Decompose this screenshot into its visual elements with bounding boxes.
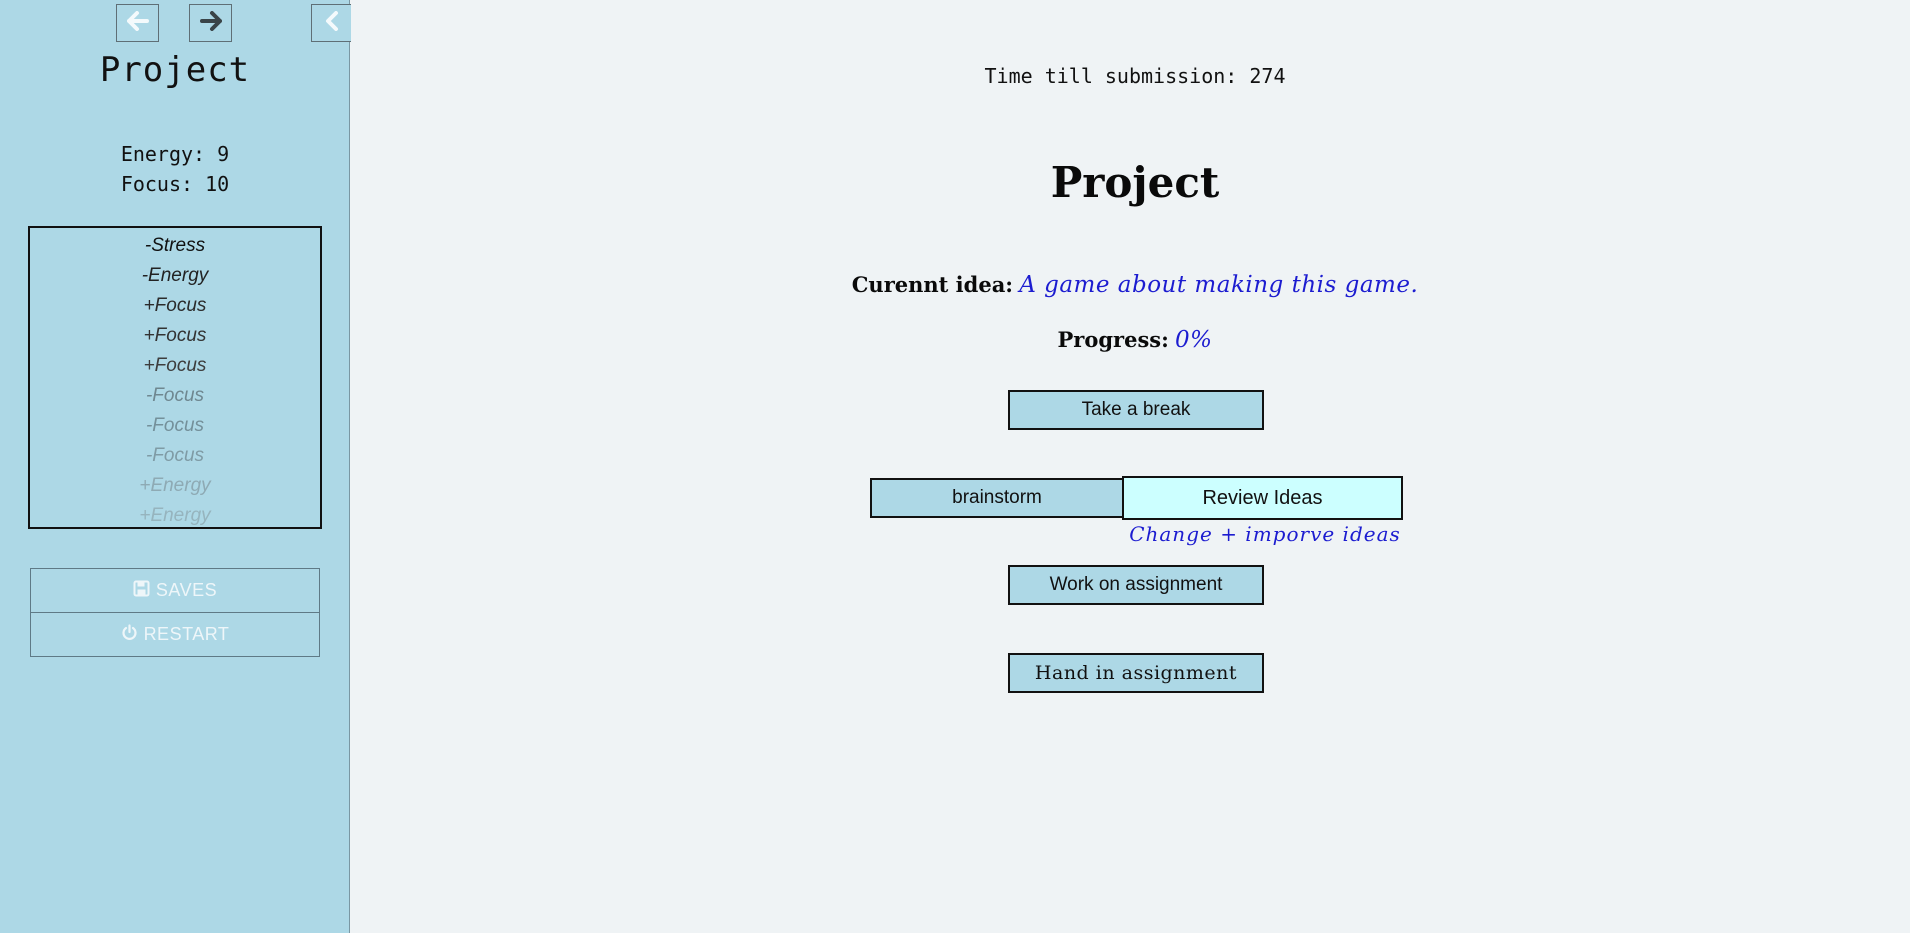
floppy-disk-icon bbox=[133, 580, 150, 602]
submission-timer: Time till submission: 274 bbox=[984, 64, 1286, 88]
focus-stat: Focus: 10 bbox=[120, 172, 230, 196]
work-on-assignment-button[interactable]: Work on assignment bbox=[1008, 565, 1264, 605]
log-entry: +Focus bbox=[143, 325, 207, 346]
sidebar: Project Energy: 9 Focus: 10 -Stress -Ener… bbox=[0, 0, 351, 933]
log-entry: -Energy bbox=[141, 265, 209, 286]
passage-title: Project bbox=[1050, 158, 1220, 207]
restart-button[interactable]: RESTART bbox=[30, 612, 320, 657]
review-ideas-tooltip: Change + imporve ideas bbox=[1129, 522, 1401, 546]
arrow-right-icon bbox=[199, 10, 222, 36]
arrow-left-icon bbox=[126, 10, 149, 36]
saves-label: SAVES bbox=[155, 580, 218, 600]
log-entry: -Focus bbox=[145, 445, 205, 466]
collapse-sidebar-button[interactable] bbox=[311, 4, 351, 42]
log-entry: +Energy bbox=[139, 505, 211, 526]
log-entry: -Focus bbox=[145, 415, 205, 436]
progress-label: Progress: bbox=[1057, 327, 1169, 352]
current-idea: Curennt idea: A game about making this g… bbox=[351, 272, 1910, 298]
chevron-left-icon bbox=[325, 10, 339, 36]
forward-button[interactable] bbox=[189, 4, 232, 42]
progress: Progress: 0% bbox=[351, 327, 1910, 353]
passage-area: Time till submission: 274 Project Curenn… bbox=[351, 0, 1910, 933]
current-idea-label: Curennt idea: bbox=[851, 272, 1014, 297]
log-entry: +Focus bbox=[143, 355, 207, 376]
stat-change-log: -Stress -Energy +Focus +Focus +Focus -Focus -F… bbox=[28, 226, 322, 529]
back-button[interactable] bbox=[116, 4, 159, 42]
log-entry: -Focus bbox=[145, 385, 205, 406]
log-entry: +Energy bbox=[139, 475, 211, 496]
progress-value: 0% bbox=[1175, 327, 1213, 353]
current-idea-value: A game about making this game. bbox=[1019, 272, 1419, 298]
energy-stat: Energy: 9 bbox=[120, 142, 230, 166]
log-entry: -Stress bbox=[144, 235, 206, 256]
restart-label: RESTART bbox=[143, 624, 230, 644]
sidebar-title: Project bbox=[99, 50, 251, 90]
take-a-break-button[interactable]: Take a break bbox=[1008, 390, 1264, 430]
power-icon bbox=[121, 623, 138, 646]
brainstorm-button[interactable]: brainstorm bbox=[870, 478, 1124, 518]
review-ideas-button[interactable]: Review Ideas bbox=[1122, 476, 1403, 520]
hand-in-assignment-button[interactable]: Hand in assignment bbox=[1008, 653, 1264, 693]
saves-button[interactable]: SAVES bbox=[30, 568, 320, 613]
stats-panel: Energy: 9 Focus: 10 bbox=[0, 139, 350, 199]
log-entry: +Focus bbox=[143, 295, 207, 316]
